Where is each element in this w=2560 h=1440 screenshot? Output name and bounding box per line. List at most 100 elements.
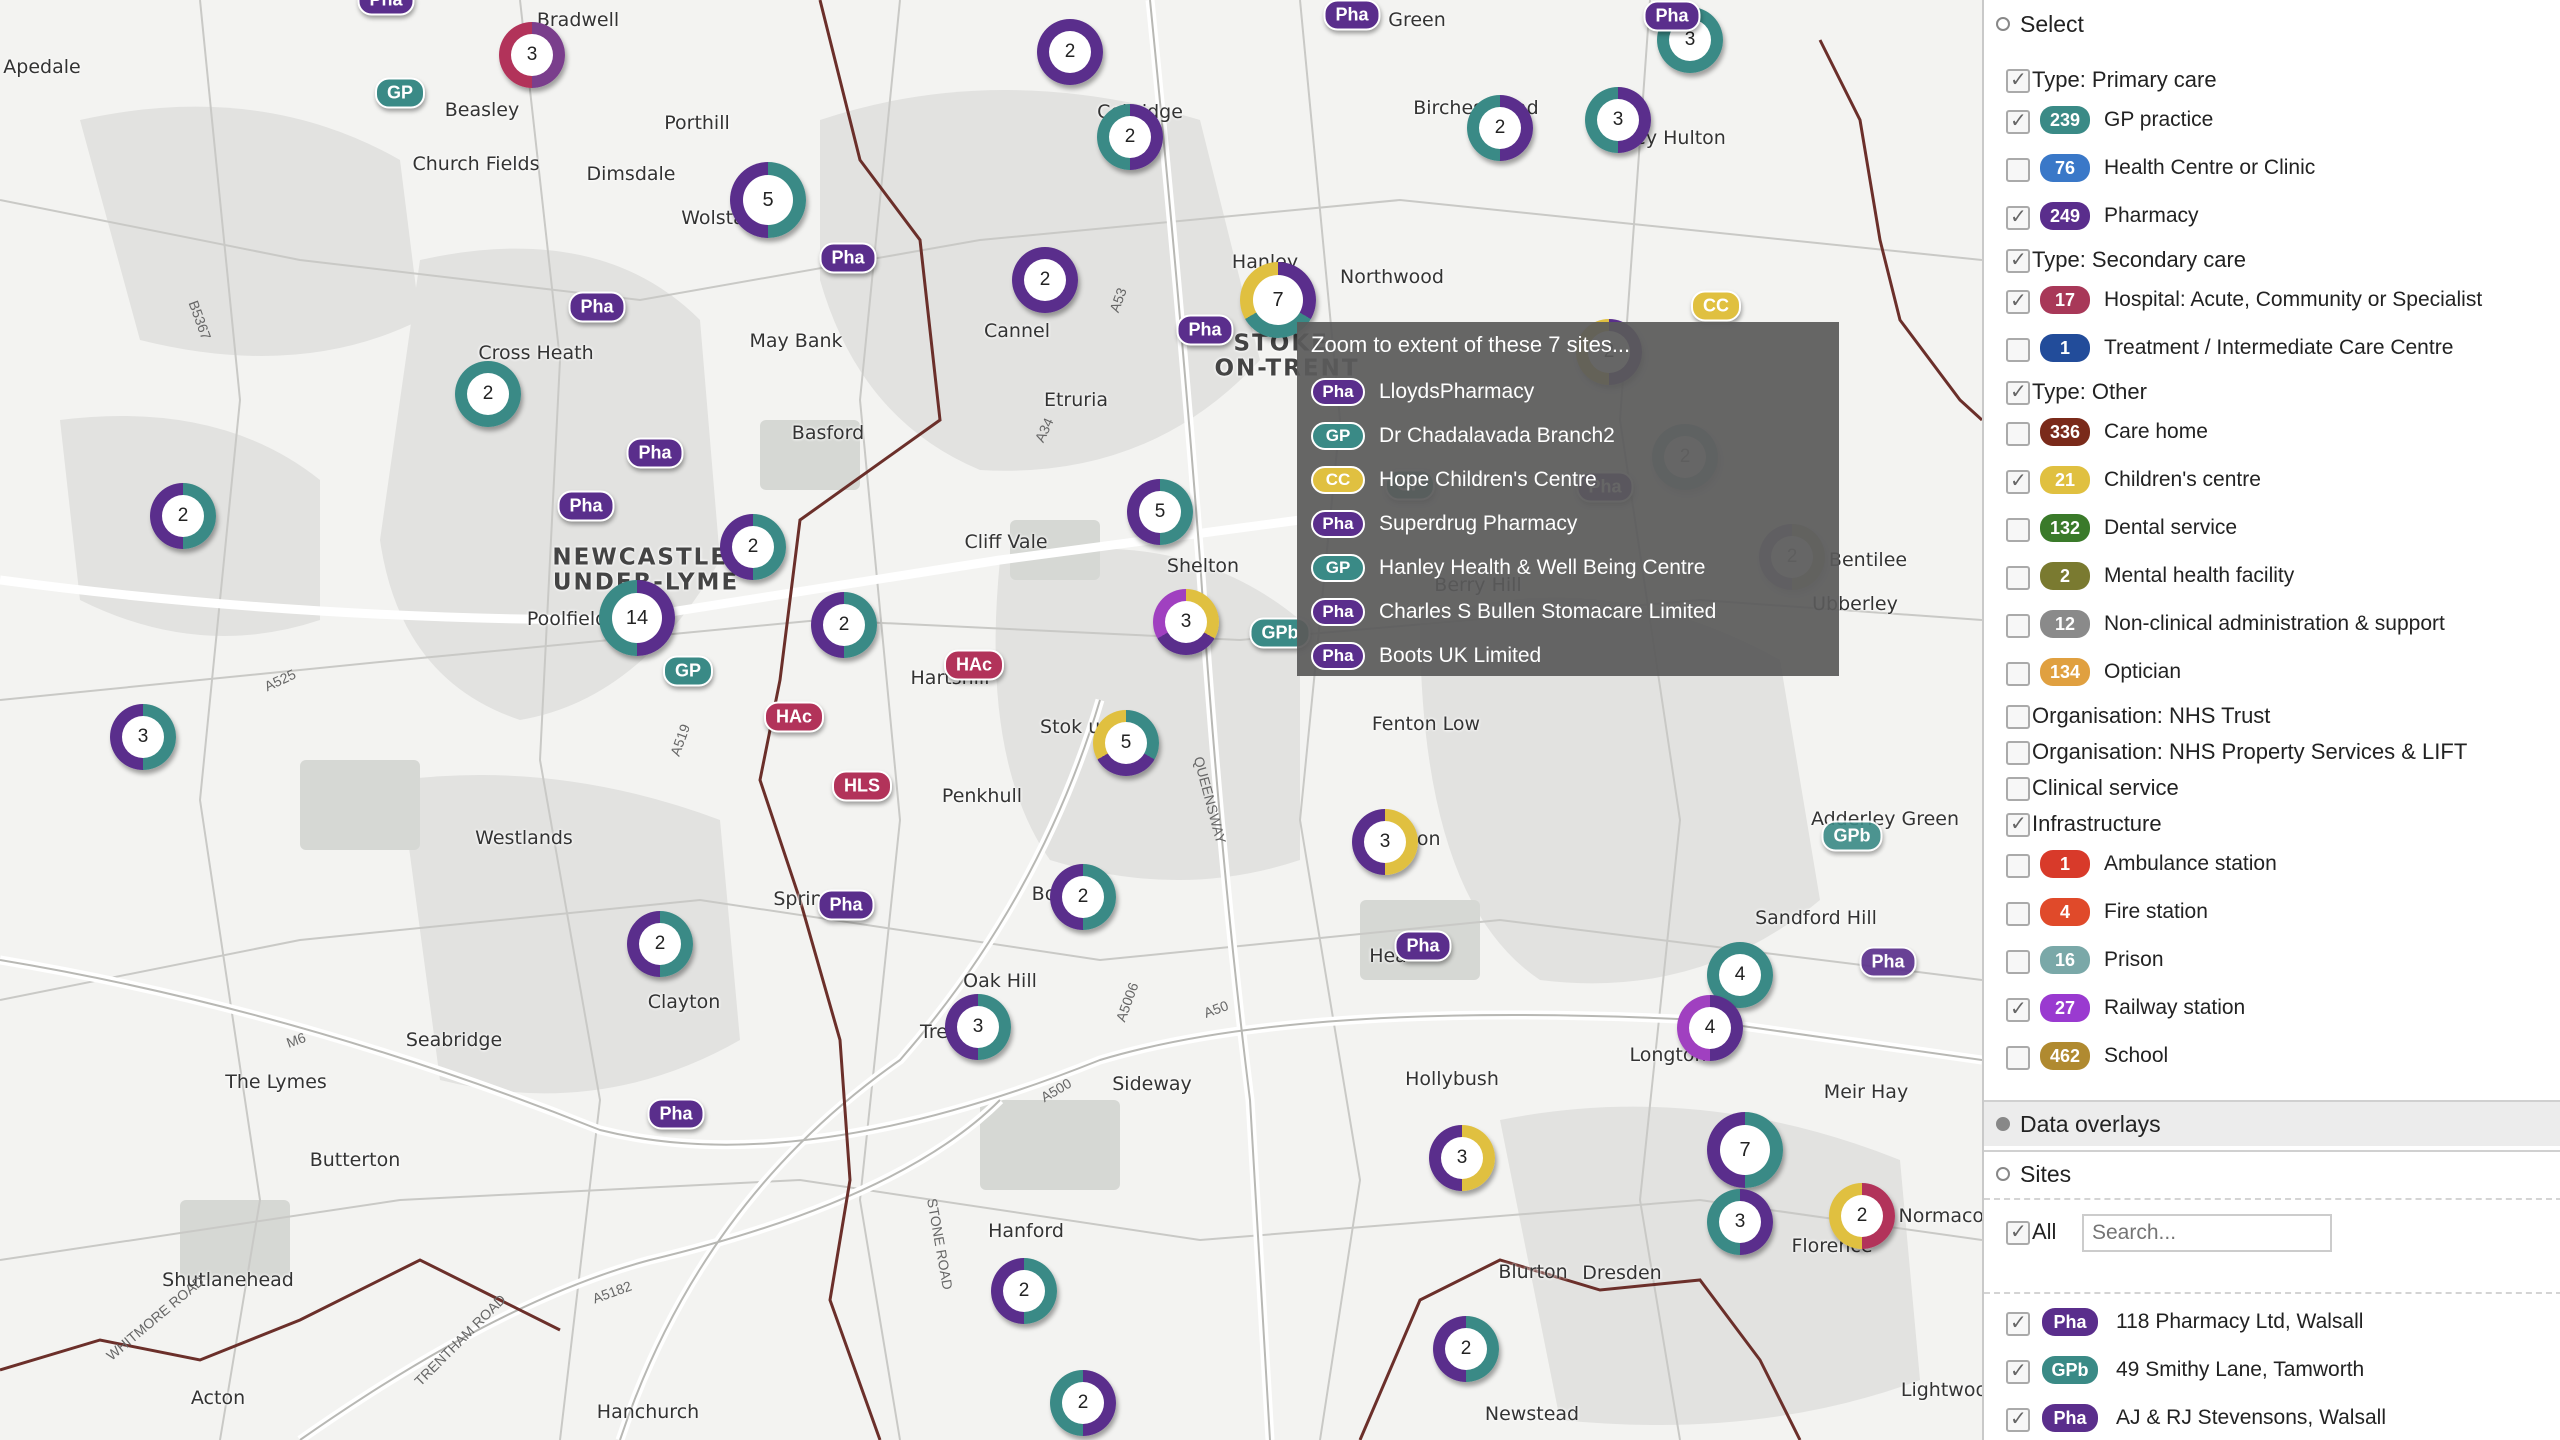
filter-row[interactable]: 17 Hospital: Acute, Community or Speciali… — [1984, 280, 2560, 320]
checkbox[interactable] — [2006, 741, 2030, 765]
filter-row[interactable]: 1 Ambulance station — [1984, 844, 2560, 884]
site-cluster-marker[interactable]: 3 — [1153, 589, 1219, 655]
site-marker[interactable]: HLS — [832, 770, 892, 802]
filter-group-toggle[interactable]: Type: Secondary care — [1984, 242, 2560, 278]
checkbox[interactable] — [2006, 1406, 2030, 1432]
checkbox[interactable] — [2006, 1046, 2030, 1070]
site-cluster-marker[interactable]: 2 — [991, 1258, 1057, 1324]
site-list-item[interactable]: Pha 118 Pharmacy Ltd, Walsall — [1984, 1302, 2560, 1342]
site-cluster-marker[interactable]: 5 — [1093, 710, 1159, 776]
site-cluster-marker[interactable]: 3 — [499, 22, 565, 88]
filter-row[interactable]: 249 Pharmacy — [1984, 196, 2560, 236]
checkbox[interactable] — [2006, 996, 2030, 1022]
site-marker[interactable]: Pha — [647, 1098, 705, 1130]
checkbox[interactable] — [2006, 614, 2030, 638]
site-cluster-marker[interactable]: 3 — [1707, 1189, 1773, 1255]
site-search-input[interactable] — [2082, 1214, 2332, 1252]
site-marker[interactable]: Pha — [1859, 946, 1917, 978]
checkbox[interactable] — [2006, 422, 2030, 446]
checkbox[interactable] — [2006, 854, 2030, 878]
checkbox[interactable] — [2006, 158, 2030, 182]
site-marker[interactable]: HAc — [943, 649, 1005, 681]
popup-site-item[interactable]: GP Dr Chadalavada Branch2 — [1311, 418, 1615, 454]
site-cluster-marker[interactable]: 5 — [730, 162, 806, 238]
filter-row[interactable]: 76 Health Centre or Clinic — [1984, 148, 2560, 188]
site-cluster-marker[interactable]: 3 — [110, 704, 176, 770]
checkbox[interactable] — [2006, 705, 2030, 729]
site-cluster-marker[interactable]: 7 — [1707, 1112, 1783, 1188]
site-cluster-marker[interactable]: 4 — [1677, 995, 1743, 1061]
site-cluster-marker[interactable]: 2 — [627, 911, 693, 977]
site-marker[interactable]: Pha — [357, 0, 415, 16]
popup-site-item[interactable]: CC Hope Children's Centre — [1311, 462, 1597, 498]
site-cluster-marker[interactable]: 2 — [1829, 1183, 1895, 1249]
data-overlays-header[interactable]: Data overlays — [1984, 1100, 2560, 1146]
site-cluster-marker[interactable]: 2 — [1433, 1316, 1499, 1382]
filter-row[interactable]: 239 GP practice — [1984, 100, 2560, 140]
site-marker[interactable]: GP — [374, 77, 426, 109]
checkbox[interactable] — [2006, 662, 2030, 686]
filter-row[interactable]: 16 Prison — [1984, 940, 2560, 980]
checkbox[interactable] — [2006, 518, 2030, 542]
site-cluster-marker[interactable]: 2 — [1050, 1370, 1116, 1436]
site-marker[interactable]: Pha — [568, 291, 626, 323]
filter-row[interactable]: 21 Children's centre — [1984, 460, 2560, 500]
popup-zoom-link[interactable]: Zoom to extent of these 7 sites... — [1311, 332, 1630, 358]
filter-group-toggle[interactable]: Organisation: NHS Trust — [1984, 698, 2560, 734]
site-marker[interactable]: HAc — [763, 701, 825, 733]
site-marker[interactable]: Pha — [1643, 0, 1701, 32]
map-canvas[interactable]: Apedale Bradwell Beasley Porthill Church Fie… — [0, 0, 1982, 1440]
popup-site-item[interactable]: Pha Boots UK Limited — [1311, 638, 1541, 674]
checkbox[interactable] — [2006, 67, 2030, 93]
filter-row[interactable]: 1 Treatment / Intermediate Care Centre — [1984, 328, 2560, 368]
site-cluster-marker[interactable]: 2 — [1037, 19, 1103, 85]
checkbox[interactable] — [2006, 379, 2030, 405]
filter-row[interactable]: 4 Fire station — [1984, 892, 2560, 932]
sites-header[interactable]: Sites — [1984, 1150, 2560, 1196]
site-cluster-marker[interactable]: 2 — [455, 361, 521, 427]
select-section-header[interactable]: Select — [1984, 2, 2560, 46]
checkbox[interactable] — [2006, 108, 2030, 134]
filter-row[interactable]: 134 Optician — [1984, 652, 2560, 692]
site-list-item[interactable]: GPb 49 Smithy Lane, Tamworth — [1984, 1350, 2560, 1390]
popup-site-item[interactable]: GP Hanley Health & Well Being Centre — [1311, 550, 1705, 586]
site-cluster-marker[interactable]: 3 — [1429, 1125, 1495, 1191]
site-marker[interactable]: Pha — [1176, 314, 1234, 346]
site-cluster-marker[interactable]: 5 — [1127, 479, 1193, 545]
site-marker[interactable]: Pha — [817, 889, 875, 921]
checkbox[interactable] — [2006, 204, 2030, 230]
popup-site-item[interactable]: Pha LloydsPharmacy — [1311, 374, 1534, 410]
checkbox[interactable] — [2006, 288, 2030, 314]
site-cluster-marker[interactable]: 3 — [1352, 809, 1418, 875]
site-cluster-marker[interactable]: 2 — [1467, 95, 1533, 161]
site-cluster-marker[interactable]: 2 — [1050, 864, 1116, 930]
checkbox[interactable] — [2006, 1219, 2030, 1245]
site-cluster-marker[interactable]: 2 — [811, 592, 877, 658]
checkbox[interactable] — [2006, 950, 2030, 974]
site-marker[interactable]: Pha — [626, 437, 684, 469]
site-marker[interactable]: Pha — [819, 242, 877, 274]
checkbox[interactable] — [2006, 468, 2030, 494]
checkbox[interactable] — [2006, 902, 2030, 926]
filter-row[interactable]: 336 Care home — [1984, 412, 2560, 452]
site-cluster-marker[interactable]: 3 — [945, 994, 1011, 1060]
site-marker[interactable]: CC — [1691, 290, 1741, 322]
site-marker[interactable]: Pha — [1394, 930, 1452, 962]
checkbox[interactable] — [2006, 1358, 2030, 1384]
popup-site-item[interactable]: Pha Superdrug Pharmacy — [1311, 506, 1577, 542]
site-cluster-marker[interactable]: 2 — [1012, 247, 1078, 313]
site-cluster-marker[interactable]: 14 — [599, 580, 675, 656]
site-marker[interactable]: GPb — [1821, 820, 1883, 852]
site-marker[interactable]: Pha — [557, 490, 615, 522]
filter-group-toggle[interactable]: Infrastructure — [1984, 806, 2560, 842]
site-cluster-marker[interactable]: 2 — [1097, 104, 1163, 170]
filter-group-toggle[interactable]: Type: Other — [1984, 374, 2560, 410]
site-cluster-marker[interactable]: 3 — [1585, 87, 1651, 153]
checkbox[interactable] — [2006, 338, 2030, 362]
checkbox[interactable] — [2006, 566, 2030, 590]
filter-row[interactable]: 27 Railway station — [1984, 988, 2560, 1028]
site-cluster-marker[interactable]: 2 — [150, 483, 216, 549]
filter-group-toggle[interactable]: Organisation: NHS Property Services & LI… — [1984, 734, 2560, 770]
filter-row[interactable]: 12 Non-clinical administration & support — [1984, 604, 2560, 644]
site-marker[interactable]: Pha — [1323, 0, 1381, 31]
